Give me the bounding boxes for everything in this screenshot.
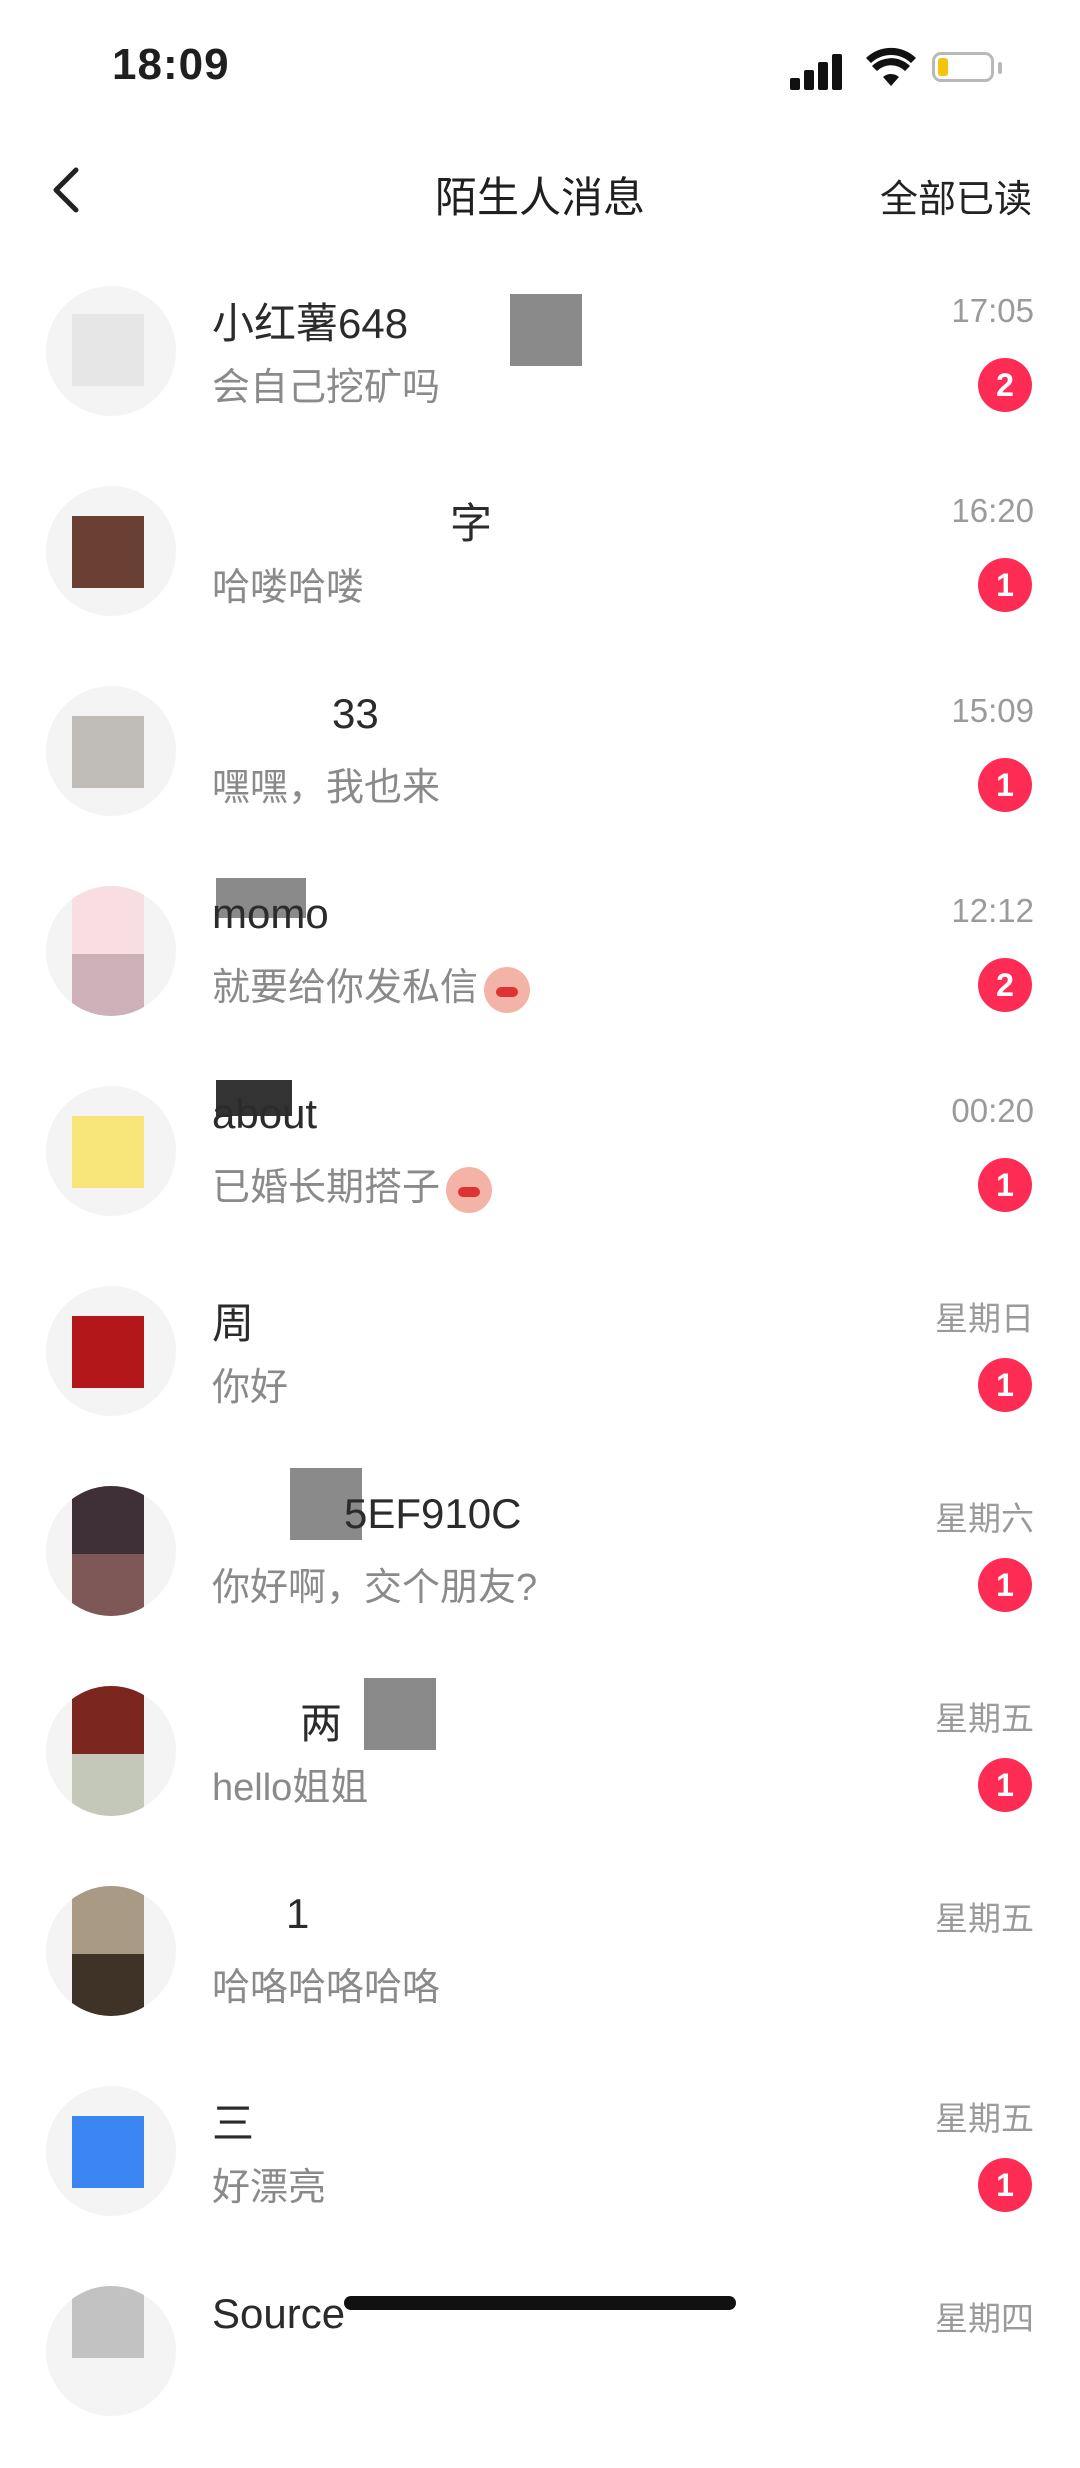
avatar[interactable] bbox=[46, 286, 176, 416]
contact-name: 1 bbox=[286, 1890, 310, 1937]
emoji-icon bbox=[446, 1166, 493, 1213]
message-preview: 哈咯哈咯哈咯 bbox=[212, 1967, 441, 2009]
avatar-image-bottom bbox=[72, 1754, 144, 1816]
contact-name: 5EF910C bbox=[344, 1490, 522, 1537]
list-item[interactable]: 两 hello姐姐 星期五 1 bbox=[0, 1668, 1080, 1868]
list-item[interactable]: 三 好漂亮 星期五 1 bbox=[0, 2068, 1080, 2268]
message-time: 星期五 bbox=[935, 1700, 1034, 1737]
avatar-image bbox=[72, 1116, 144, 1188]
message-preview: 哈喽哈喽 bbox=[212, 567, 365, 609]
avatar-image bbox=[72, 516, 144, 588]
contact-name: 两 bbox=[300, 1700, 343, 1747]
nav-bar: 陌生人消息 全部已读 bbox=[0, 140, 1080, 240]
message-time: 星期五 bbox=[935, 2100, 1034, 2137]
status-time: 18:09 bbox=[112, 40, 230, 89]
contact-name: Source bbox=[212, 2290, 346, 2337]
message-preview: 嘿嘿，我也来 bbox=[212, 767, 441, 809]
battery-tip bbox=[998, 62, 1002, 74]
message-time: 星期四 bbox=[935, 2300, 1034, 2337]
battery-icon bbox=[932, 52, 994, 82]
list-item[interactable]: 33 嘿嘿，我也来 15:09 1 bbox=[0, 668, 1080, 868]
message-preview: 会自己挖矿吗 bbox=[212, 367, 441, 409]
message-time: 12:12 bbox=[951, 892, 1034, 929]
message-time: 00:20 bbox=[951, 1092, 1034, 1129]
list-item[interactable]: momo 就要给你发私信 12:12 2 bbox=[0, 868, 1080, 1068]
contact-name: 周 bbox=[212, 1300, 255, 1347]
message-preview: 你好 bbox=[212, 1367, 289, 1409]
avatar-image-top bbox=[72, 1686, 144, 1758]
emoji-icon bbox=[484, 966, 531, 1013]
unread-badge: 1 bbox=[978, 558, 1032, 612]
avatar-image-top bbox=[72, 886, 144, 958]
mark-all-read-button[interactable]: 全部已读 bbox=[880, 168, 1032, 223]
avatar[interactable] bbox=[46, 2286, 176, 2416]
avatar-image-bottom bbox=[72, 1554, 144, 1616]
blurred-text bbox=[510, 294, 582, 366]
avatar[interactable] bbox=[46, 1086, 176, 1216]
unread-badge: 2 bbox=[978, 358, 1032, 412]
list-item[interactable]: 字 哈喽哈喽 16:20 1 bbox=[0, 468, 1080, 668]
message-preview: 已婚长期搭子 bbox=[212, 1156, 493, 1213]
avatar-image bbox=[72, 1316, 144, 1388]
avatar[interactable] bbox=[46, 1486, 176, 1616]
list-item[interactable]: about 已婚长期搭子 00:20 1 bbox=[0, 1068, 1080, 1268]
avatar-image-top bbox=[72, 1886, 144, 1958]
unread-badge: 1 bbox=[978, 1758, 1032, 1812]
avatar-image bbox=[72, 2116, 144, 2188]
avatar-image bbox=[72, 314, 144, 386]
message-time: 16:20 bbox=[951, 492, 1034, 529]
unread-badge: 1 bbox=[978, 1158, 1032, 1212]
message-text: 就要给你发私信 bbox=[212, 967, 479, 1009]
unread-badge: 1 bbox=[978, 1558, 1032, 1612]
unread-badge: 1 bbox=[978, 758, 1032, 812]
message-time: 15:09 bbox=[951, 692, 1034, 729]
contact-name: 字 bbox=[450, 500, 493, 547]
avatar[interactable] bbox=[46, 2086, 176, 2216]
blurred-text bbox=[364, 1678, 436, 1750]
message-time: 星期六 bbox=[935, 1500, 1034, 1537]
avatar[interactable] bbox=[46, 1286, 176, 1416]
avatar[interactable] bbox=[46, 686, 176, 816]
contact-name: momo bbox=[212, 890, 329, 937]
message-preview: 你好啊，交个朋友? bbox=[212, 1567, 538, 1609]
cellular-signal-icon bbox=[790, 50, 850, 90]
status-bar: 18:09 bbox=[0, 0, 1080, 140]
avatar-image-bottom bbox=[72, 1954, 144, 2016]
message-time: 17:05 bbox=[951, 292, 1034, 329]
avatar[interactable] bbox=[46, 486, 176, 616]
message-time: 星期日 bbox=[935, 1300, 1034, 1337]
battery-level bbox=[938, 58, 948, 76]
avatar[interactable] bbox=[46, 1686, 176, 1816]
contact-name: 三 bbox=[212, 2100, 255, 2147]
list-item[interactable]: 周 你好 星期日 1 bbox=[0, 1268, 1080, 1468]
message-preview: hello姐姐 bbox=[212, 1767, 369, 1809]
message-text: 已婚长期搭子 bbox=[212, 1167, 441, 1209]
avatar-image-bottom bbox=[72, 954, 144, 1016]
unread-badge: 2 bbox=[978, 958, 1032, 1012]
unread-badge: 1 bbox=[978, 1358, 1032, 1412]
message-preview: 好漂亮 bbox=[212, 2167, 327, 2209]
wifi-icon bbox=[866, 47, 916, 86]
contact-name: 33 bbox=[332, 690, 379, 737]
avatar-image bbox=[72, 2286, 144, 2358]
message-preview: 就要给你发私信 bbox=[212, 956, 531, 1013]
list-item[interactable]: 5EF910C 你好啊，交个朋友? 星期六 1 bbox=[0, 1468, 1080, 1668]
avatar[interactable] bbox=[46, 886, 176, 1016]
contact-name: about bbox=[212, 1090, 318, 1137]
avatar-image bbox=[72, 716, 144, 788]
avatar-image-top bbox=[72, 1486, 144, 1558]
unread-badge: 1 bbox=[978, 2158, 1032, 2212]
home-indicator[interactable] bbox=[344, 2296, 736, 2310]
list-item[interactable]: 小红薯648 会自己挖矿吗 17:05 2 bbox=[0, 268, 1080, 468]
contact-name: 小红薯648 bbox=[212, 300, 409, 347]
avatar[interactable] bbox=[46, 1886, 176, 2016]
message-time: 星期五 bbox=[935, 1900, 1034, 1937]
list-item[interactable]: 1 哈咯哈咯哈咯 星期五 bbox=[0, 1868, 1080, 2068]
